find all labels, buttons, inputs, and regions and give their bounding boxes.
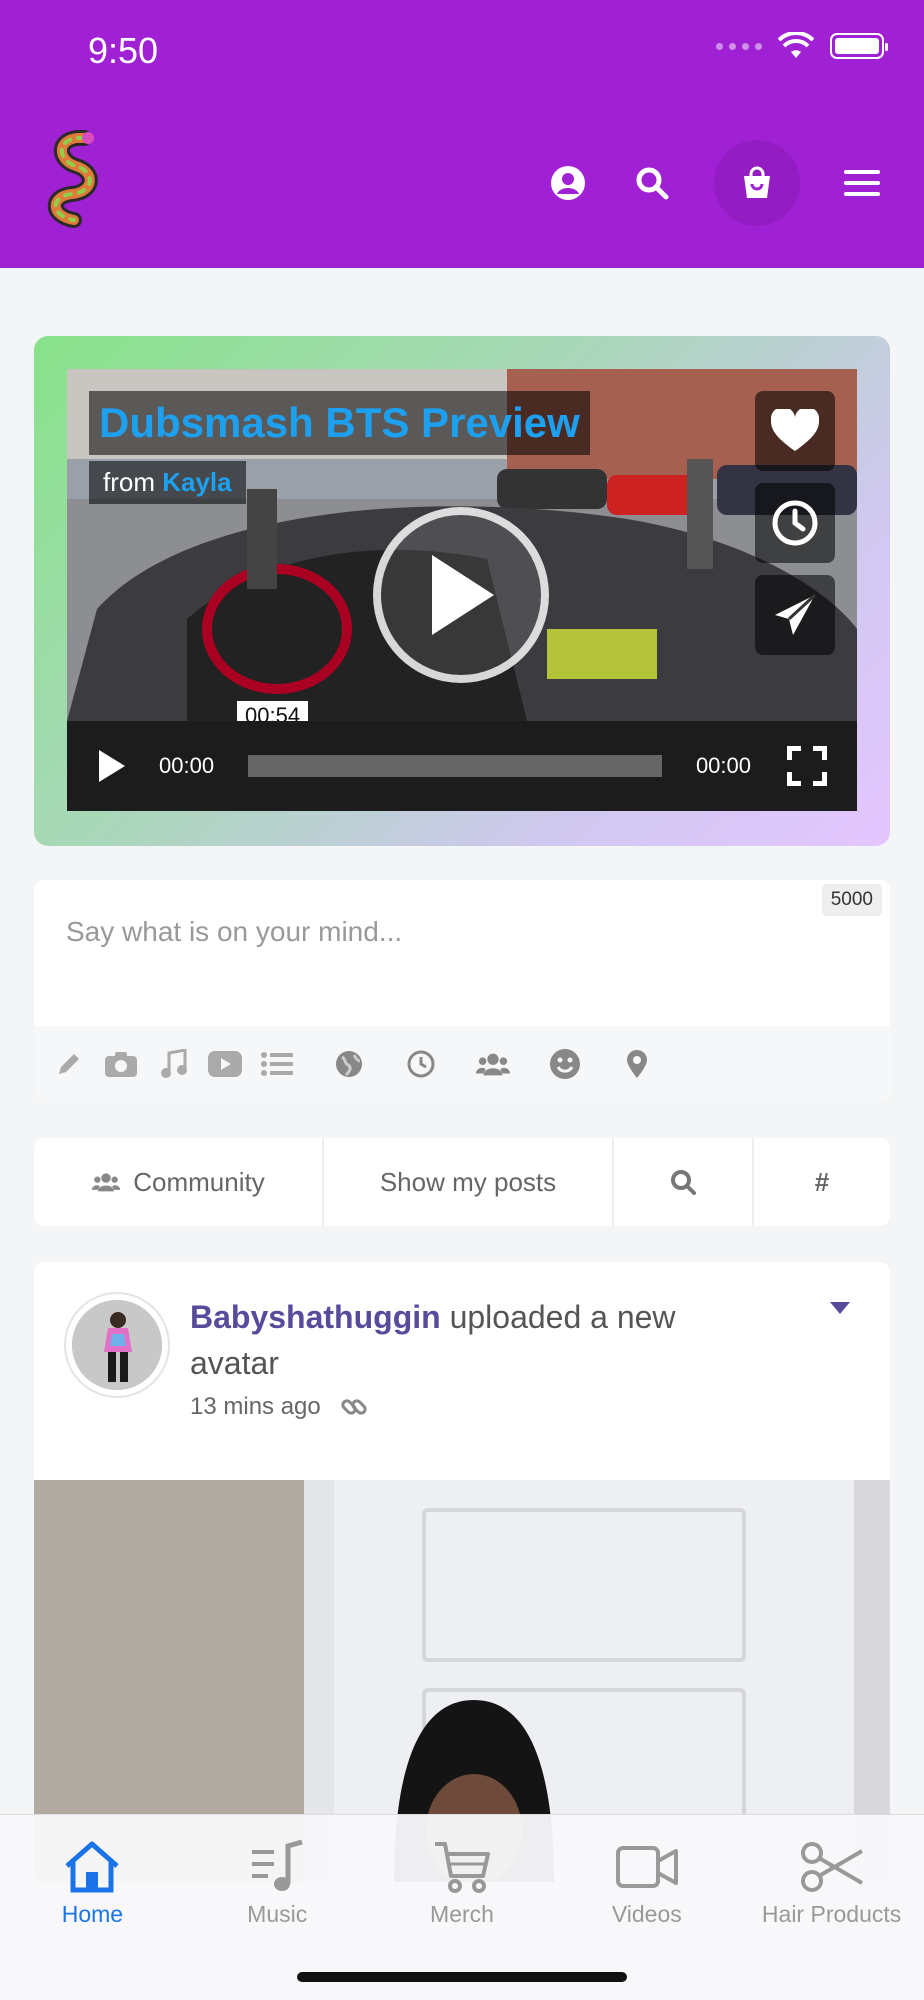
battery-icon bbox=[830, 33, 888, 59]
music-note-icon[interactable] bbox=[156, 1047, 190, 1081]
activity-post: Babyshathuggin uploaded a new avatar 13 … bbox=[34, 1262, 890, 1882]
pencil-icon[interactable] bbox=[52, 1047, 86, 1081]
video-title: Dubsmash BTS Preview bbox=[89, 391, 590, 455]
post-options-caret-icon[interactable] bbox=[830, 1302, 850, 1314]
tab-music[interactable]: Music bbox=[185, 1815, 370, 1945]
shopping-bag-icon bbox=[744, 166, 770, 198]
smiley-icon[interactable] bbox=[548, 1047, 582, 1081]
play-icon bbox=[432, 555, 494, 635]
feed-search-button[interactable] bbox=[614, 1138, 754, 1226]
home-indicator bbox=[297, 1972, 627, 1982]
post-username[interactable]: Babyshathuggin bbox=[190, 1299, 441, 1335]
tab-label: Merch bbox=[430, 1901, 494, 1927]
avatar-image bbox=[72, 1300, 162, 1390]
snake-logo[interactable] bbox=[36, 130, 112, 230]
app-header: 9:50 bbox=[0, 0, 924, 268]
post-header: Babyshathuggin uploaded a new avatar bbox=[190, 1294, 750, 1386]
cart-icon bbox=[434, 1842, 490, 1893]
avatar[interactable] bbox=[64, 1292, 170, 1398]
play-icon[interactable] bbox=[97, 748, 127, 784]
video-controls: 00:00 00:00 bbox=[67, 721, 857, 811]
link-icon[interactable] bbox=[339, 1392, 369, 1422]
search-icon bbox=[671, 1170, 696, 1195]
heart-icon bbox=[771, 409, 819, 451]
music-icon bbox=[252, 1840, 303, 1891]
header-actions bbox=[546, 140, 884, 226]
group-icon[interactable] bbox=[476, 1047, 510, 1081]
clock-icon[interactable] bbox=[404, 1047, 438, 1081]
youtube-icon[interactable] bbox=[208, 1047, 242, 1081]
bottom-tab-bar: Home Music Merch Videos Hair Products bbox=[0, 1814, 924, 2000]
scissors-icon bbox=[800, 1842, 863, 1892]
location-pin-icon[interactable] bbox=[620, 1047, 654, 1081]
tab-label: Videos bbox=[611, 1901, 682, 1927]
tab-home[interactable]: Home bbox=[0, 1815, 185, 1945]
post-meta: 13 mins ago bbox=[190, 1392, 369, 1422]
clock-icon bbox=[772, 500, 818, 546]
tab-hair-products[interactable]: Hair Products bbox=[739, 1815, 924, 1945]
total-time: 00:00 bbox=[695, 753, 751, 778]
big-play-button[interactable] bbox=[373, 507, 549, 683]
tab-merch[interactable]: Merch bbox=[370, 1815, 555, 1945]
current-time: 00:00 bbox=[159, 753, 215, 778]
search-icon[interactable] bbox=[630, 161, 674, 205]
show-my-posts-button[interactable]: Show my posts bbox=[324, 1138, 614, 1226]
from-label: from bbox=[103, 467, 155, 497]
signal-icon bbox=[716, 42, 762, 50]
video-author: from Kayla bbox=[89, 461, 246, 504]
composer-toolbar bbox=[34, 1026, 890, 1102]
fullscreen-icon[interactable] bbox=[787, 746, 827, 786]
menu-icon[interactable] bbox=[840, 161, 884, 205]
tab-label: Hair Products bbox=[761, 1901, 902, 1927]
user-icon[interactable] bbox=[546, 161, 590, 205]
tab-videos[interactable]: Videos bbox=[554, 1815, 739, 1945]
video-player[interactable]: Dubsmash BTS Preview from Kayla 00:54 00… bbox=[67, 369, 857, 811]
author-name[interactable]: Kayla bbox=[162, 467, 231, 497]
like-button[interactable] bbox=[755, 391, 835, 471]
wifi-icon bbox=[778, 32, 814, 58]
community-filter-button[interactable]: Community bbox=[34, 1138, 324, 1226]
featured-video-card: Dubsmash BTS Preview from Kayla 00:54 00… bbox=[34, 336, 890, 846]
tab-label: Music bbox=[247, 1901, 308, 1927]
camera-icon[interactable] bbox=[104, 1047, 138, 1081]
feed-filter-bar: Community Show my posts # bbox=[34, 1138, 890, 1226]
status-time: 9:50 bbox=[88, 30, 159, 71]
char-counter: 5000 bbox=[821, 884, 882, 916]
status-indicators bbox=[716, 32, 888, 60]
hashtag-button[interactable]: # bbox=[754, 1138, 890, 1226]
list-icon[interactable] bbox=[260, 1047, 294, 1081]
shopping-bag-button[interactable] bbox=[714, 140, 800, 226]
group-icon bbox=[92, 1173, 121, 1192]
tab-label: Home bbox=[61, 1901, 124, 1927]
post-timestamp[interactable]: 13 mins ago bbox=[190, 1393, 321, 1421]
community-label: Community bbox=[133, 1166, 265, 1197]
send-icon bbox=[775, 593, 817, 635]
video-camera-icon bbox=[615, 1846, 678, 1888]
post-composer: 5000 Say what is on your mind... bbox=[34, 880, 890, 1102]
home-icon bbox=[65, 1841, 120, 1893]
share-button[interactable] bbox=[755, 575, 835, 655]
watch-later-button[interactable] bbox=[755, 483, 835, 563]
globe-icon[interactable] bbox=[332, 1047, 366, 1081]
composer-input[interactable]: Say what is on your mind... bbox=[66, 916, 402, 948]
seek-bar[interactable] bbox=[248, 755, 662, 777]
